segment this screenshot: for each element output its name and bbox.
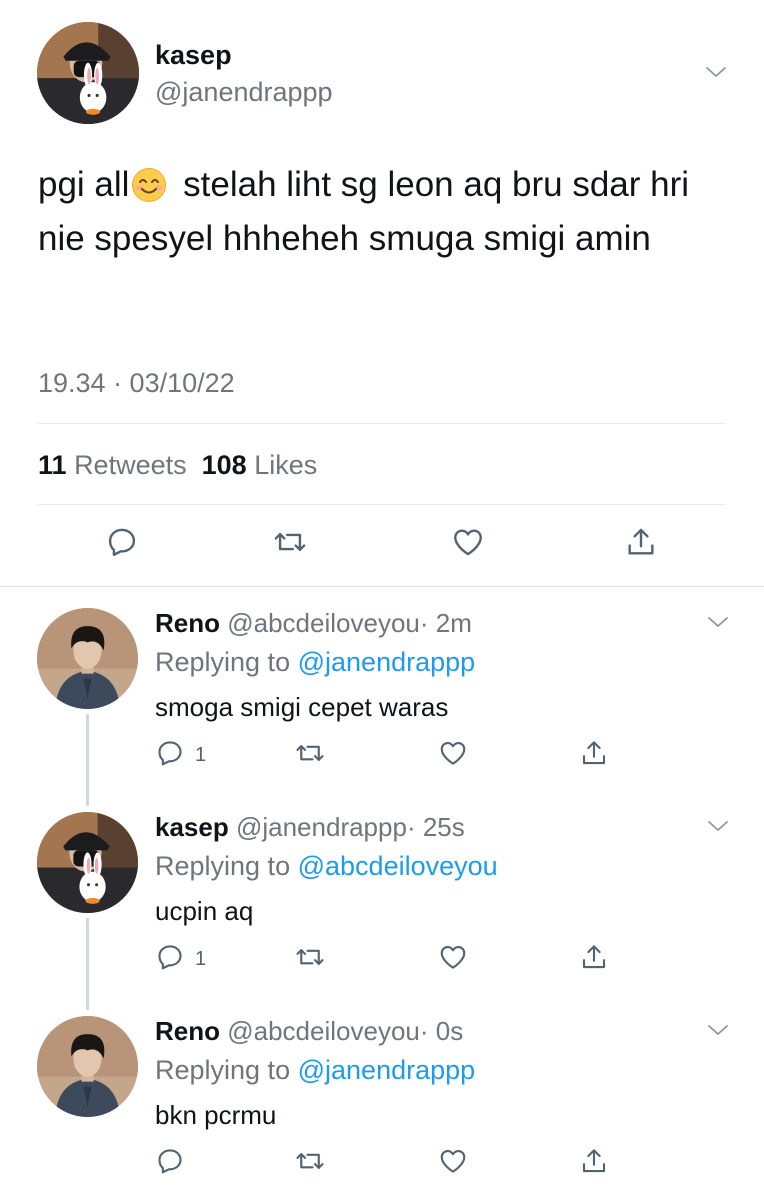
tweet-actions — [0, 525, 764, 565]
retweets-count: 11 — [38, 450, 67, 480]
share-icon[interactable] — [579, 738, 609, 768]
retweet-icon[interactable] — [295, 738, 325, 768]
replying-label: Replying to — [155, 647, 291, 677]
heart-icon[interactable] — [438, 942, 468, 972]
reply-icon[interactable] — [155, 1146, 185, 1176]
avatar[interactable] — [37, 608, 138, 709]
share-icon[interactable] — [624, 525, 658, 559]
heart-icon[interactable] — [451, 525, 485, 559]
main-tweet: kasep @janendrappp pgi all stelah liht s… — [0, 0, 764, 586]
reply-header: kasep @janendrappp· 25s — [155, 812, 465, 843]
smiling-face-emoji — [132, 168, 167, 202]
reply-icon[interactable] — [105, 525, 139, 559]
share-icon[interactable] — [579, 942, 609, 972]
avatar-photo-kasep — [37, 22, 139, 124]
avatar-photo-reno — [37, 1016, 138, 1117]
replying-to: Replying to @janendrappp — [155, 647, 475, 678]
reply-header: Reno @abcdeiloveyou· 0s — [155, 1016, 463, 1047]
likes-stat[interactable]: 108 Likes — [202, 450, 318, 480]
reply-icon[interactable] — [155, 738, 185, 768]
reply-text: ucpin aq — [155, 896, 254, 926]
divider — [38, 504, 726, 505]
reply-author-handle[interactable]: @abcdeiloveyou — [227, 1016, 420, 1046]
retweet-icon[interactable] — [273, 525, 307, 559]
chevron-down-icon[interactable] — [706, 818, 730, 834]
share-icon[interactable] — [579, 1146, 609, 1176]
reply-count: 1 — [195, 948, 207, 970]
tweet-timestamp[interactable]: 19.34 · 03/10/22 — [38, 368, 235, 399]
reply-author-handle[interactable]: @abcdeiloveyou — [227, 608, 420, 638]
reply-tweet[interactable]: Reno @abcdeiloveyou· 0s Replying to @jan… — [0, 996, 764, 1200]
replying-label: Replying to — [155, 851, 291, 881]
divider — [0, 586, 764, 587]
avatar[interactable] — [37, 812, 138, 913]
reply-actions — [155, 1146, 635, 1180]
reply-header: Reno @abcdeiloveyou· 2m — [155, 608, 472, 639]
chevron-down-icon[interactable] — [706, 1022, 730, 1038]
reply-text: bkn pcrmu — [155, 1100, 277, 1130]
likes-label: Likes — [254, 450, 318, 480]
author-handle[interactable]: @janendrappp — [155, 77, 333, 108]
avatar-photo-kasep — [37, 812, 138, 913]
replying-to-link[interactable]: @janendrappp — [298, 647, 476, 677]
reply-count: 1 — [195, 744, 207, 766]
reply-tweet[interactable]: kasep @janendrappp· 25s Replying to @abc… — [0, 792, 764, 1010]
replying-to: Replying to @janendrappp — [155, 1055, 475, 1086]
avatar[interactable] — [37, 22, 139, 124]
reply-icon[interactable] — [155, 942, 185, 972]
retweets-stat[interactable]: 11 Retweets — [38, 450, 187, 480]
reply-text: smoga smigi cepet waras — [155, 692, 449, 722]
reply-author-handle[interactable]: @janendrappp — [236, 812, 407, 842]
reply-time[interactable]: · 25s — [407, 812, 465, 842]
tweet-stats: 11 Retweets 108 Likes — [38, 450, 317, 481]
heart-icon[interactable] — [438, 738, 468, 768]
chevron-down-icon[interactable] — [704, 64, 728, 80]
avatar-photo-reno — [37, 608, 138, 709]
reply-actions: 1 — [155, 942, 635, 976]
likes-count: 108 — [201, 450, 247, 480]
reply-author-name[interactable]: Reno — [155, 1016, 220, 1046]
chevron-down-icon[interactable] — [706, 614, 730, 630]
divider — [38, 423, 726, 424]
replying-to: Replying to @abcdeiloveyou — [155, 851, 498, 882]
tweet-text: pgi all stelah liht sg leon aq bru sdar … — [38, 158, 738, 266]
avatar[interactable] — [37, 1016, 138, 1117]
reply-time[interactable]: · 0s — [420, 1016, 463, 1046]
author-name[interactable]: kasep — [155, 40, 232, 71]
reply-tweet[interactable]: Reno @abcdeiloveyou· 2m Replying to @jan… — [0, 588, 764, 806]
replying-to-link[interactable]: @janendrappp — [298, 1055, 476, 1085]
heart-icon[interactable] — [438, 1146, 468, 1176]
tweet-text-start: pgi all — [38, 165, 130, 204]
reply-time[interactable]: · 2m — [420, 608, 472, 638]
retweet-icon[interactable] — [295, 942, 325, 972]
replying-to-link[interactable]: @abcdeiloveyou — [298, 851, 498, 881]
replying-label: Replying to — [155, 1055, 291, 1085]
reply-author-name[interactable]: kasep — [155, 812, 229, 842]
reply-actions: 1 — [155, 738, 635, 772]
retweet-icon[interactable] — [295, 1146, 325, 1176]
retweets-label: Retweets — [74, 450, 187, 480]
reply-author-name[interactable]: Reno — [155, 608, 220, 638]
